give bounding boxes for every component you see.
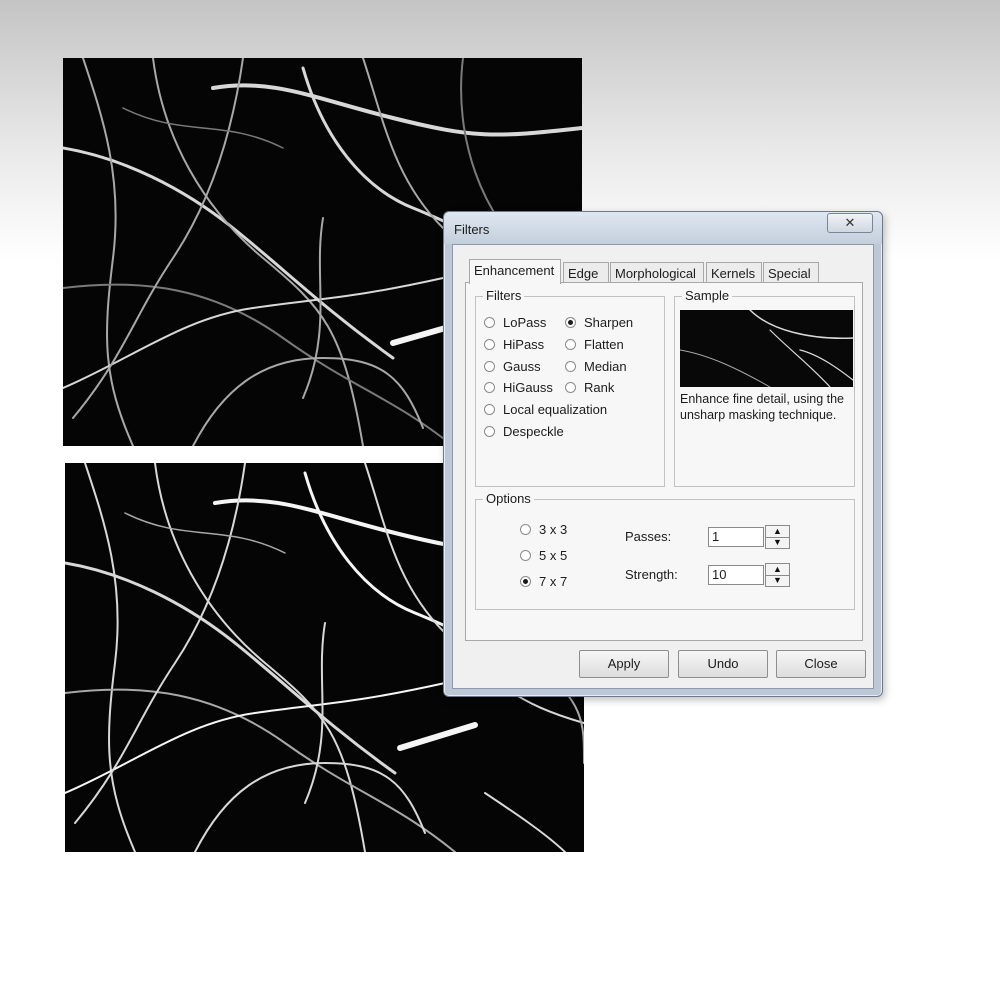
- radio-size-7x7[interactable]: 7 x 7: [520, 574, 567, 592]
- passes-field[interactable]: 1: [708, 527, 764, 547]
- undo-button[interactable]: Undo: [678, 650, 768, 678]
- radio-flatten[interactable]: Flatten: [565, 337, 624, 355]
- radio-button-icon: [565, 382, 576, 393]
- filters-group-label: Filters: [483, 288, 525, 303]
- strength-field[interactable]: 10: [708, 565, 764, 585]
- dialog-client-area: Enhancement Edge Morphological Kernels S…: [452, 244, 874, 689]
- radio-gauss[interactable]: Gauss: [484, 359, 541, 377]
- passes-spinner[interactable]: ▲ ▼: [765, 525, 790, 549]
- options-group-label: Options: [483, 491, 534, 506]
- radio-sharpen[interactable]: Sharpen: [565, 315, 633, 333]
- tab-kernels[interactable]: Kernels: [706, 262, 762, 282]
- radio-button-icon: [484, 404, 495, 415]
- radio-button-icon: [520, 550, 531, 561]
- strength-spinner[interactable]: ▲ ▼: [765, 563, 790, 587]
- radio-button-selected-icon: [565, 317, 576, 328]
- sample-group-label: Sample: [682, 288, 733, 303]
- radio-despeckle[interactable]: Despeckle: [484, 424, 564, 442]
- filters-group: Filters LoPass Sharpen HiPass Flatten Ga…: [475, 288, 665, 487]
- radio-local-equalization[interactable]: Local equalization: [484, 402, 607, 420]
- radio-button-icon: [484, 426, 495, 437]
- options-group: Options 3 x 3 5 x 5 7 x 7 Passes: 1 ▲ ▼ …: [475, 491, 855, 610]
- sample-fiber-image: [680, 310, 853, 387]
- radio-button-icon: [565, 339, 576, 350]
- radio-lopass[interactable]: LoPass: [484, 315, 546, 333]
- title-bar[interactable]: Filters ✕: [444, 212, 882, 244]
- radio-higauss[interactable]: HiGauss: [484, 380, 553, 398]
- close-icon: ✕: [844, 215, 856, 230]
- radio-button-icon: [484, 317, 495, 328]
- dialog-title: Filters: [454, 222, 490, 237]
- spin-down-icon[interactable]: ▼: [766, 575, 789, 586]
- tab-morphological[interactable]: Morphological: [610, 262, 704, 282]
- radio-size-5x5[interactable]: 5 x 5: [520, 548, 567, 566]
- radio-button-icon: [520, 524, 531, 535]
- radio-button-icon: [484, 339, 495, 350]
- sample-preview-image: [680, 310, 853, 387]
- radio-button-selected-icon: [520, 576, 531, 587]
- radio-button-icon: [484, 382, 495, 393]
- passes-label: Passes:: [625, 529, 672, 544]
- radio-rank[interactable]: Rank: [565, 380, 614, 398]
- tab-edge[interactable]: Edge: [563, 262, 609, 282]
- enhancement-panel: Filters LoPass Sharpen HiPass Flatten Ga…: [465, 282, 863, 641]
- sample-group: Sample Enhance fine detail, using the un…: [674, 288, 855, 487]
- radio-hipass[interactable]: HiPass: [484, 337, 544, 355]
- tab-enhancement[interactable]: Enhancement: [469, 259, 561, 284]
- radio-button-icon: [565, 361, 576, 372]
- sample-description: Enhance fine detail, using the unsharp m…: [680, 392, 845, 422]
- apply-button[interactable]: Apply: [579, 650, 669, 678]
- radio-median[interactable]: Median: [565, 359, 627, 377]
- close-button[interactable]: Close: [776, 650, 866, 678]
- radio-size-3x3[interactable]: 3 x 3: [520, 522, 567, 540]
- close-window-button[interactable]: ✕: [827, 213, 873, 233]
- tab-special[interactable]: Special: [763, 262, 819, 282]
- strength-label: Strength:: [625, 567, 678, 582]
- spin-down-icon[interactable]: ▼: [766, 537, 789, 548]
- radio-button-icon: [484, 361, 495, 372]
- filters-dialog: Filters ✕ Enhancement Edge Morphological…: [443, 211, 883, 697]
